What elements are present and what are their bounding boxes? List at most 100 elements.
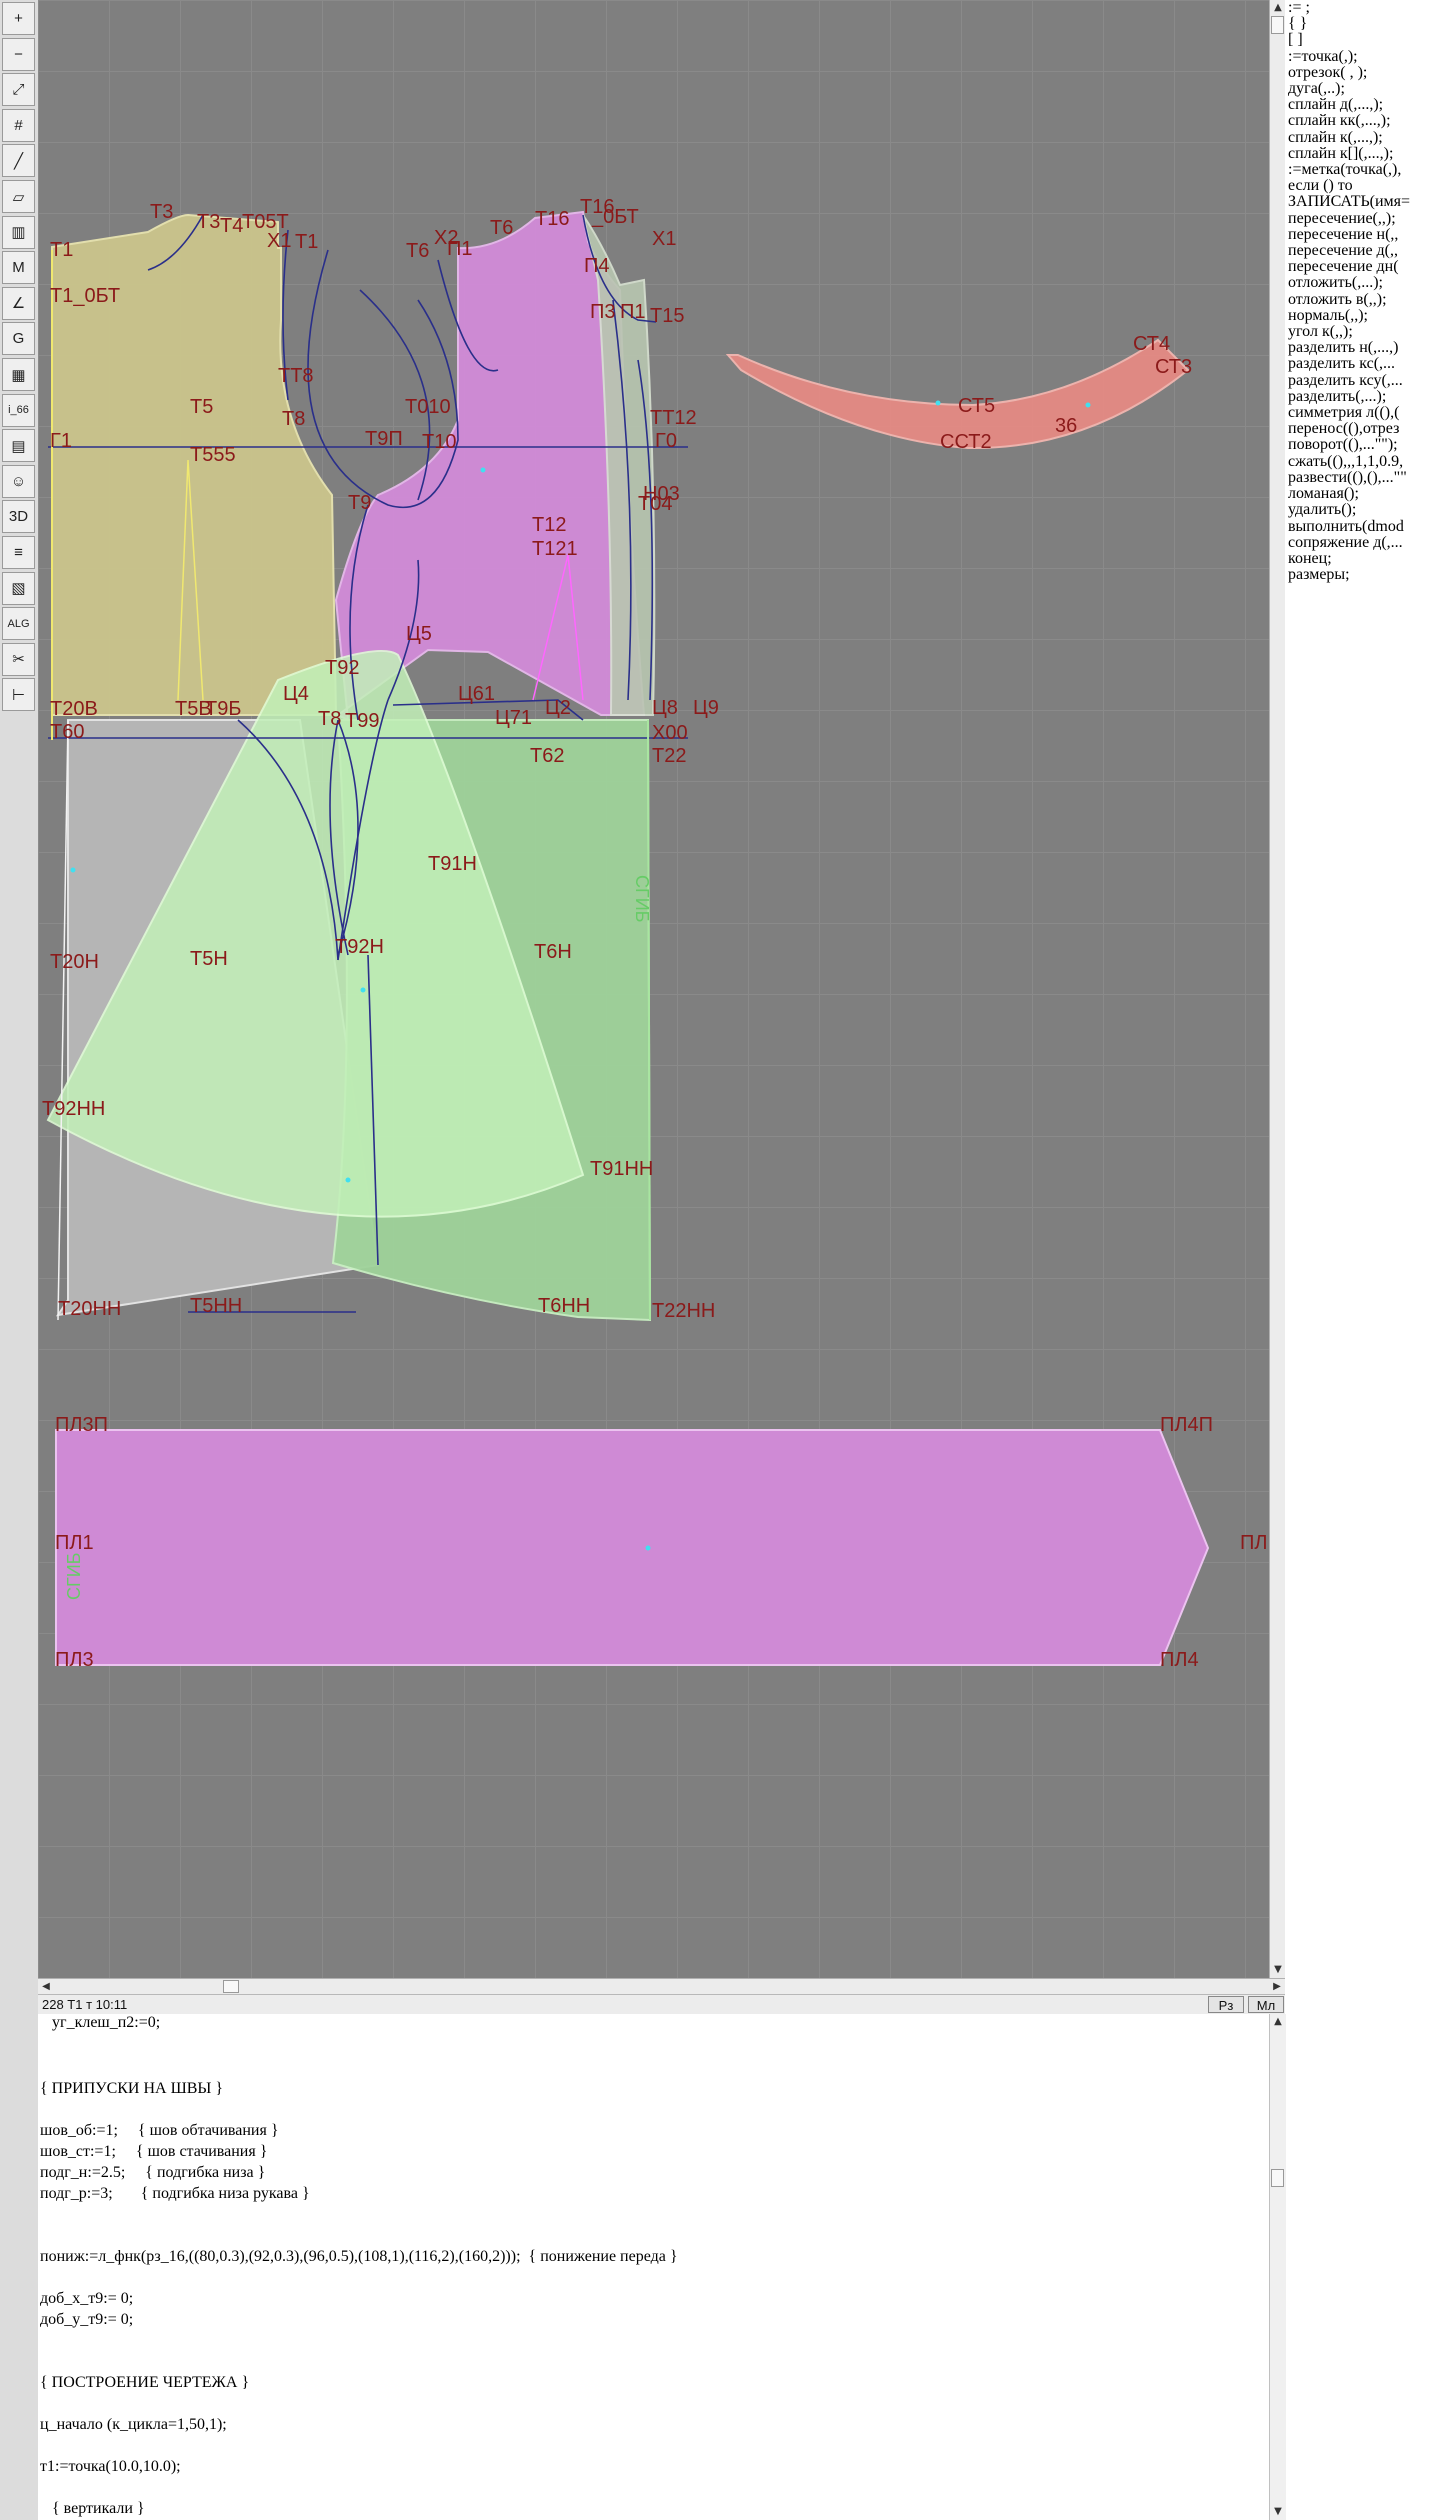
command-item[interactable]: сопряжение д(,...: [1285, 534, 1440, 551]
command-item[interactable]: сплайн кк(,...,);: [1285, 113, 1440, 129]
command-item[interactable]: [ ]: [1285, 32, 1440, 48]
fit-tool[interactable]: ⤢: [2, 73, 35, 107]
scroll-up-arrow[interactable]: ▲: [1270, 0, 1286, 16]
point-label: Т4: [220, 215, 243, 237]
command-item[interactable]: пересечение(,,);: [1285, 210, 1440, 227]
layout-tool-icon: ▦: [11, 366, 26, 384]
command-item[interactable]: ломаная();: [1285, 485, 1440, 502]
cut-tool[interactable]: ✂: [2, 642, 35, 676]
grade-tool[interactable]: G: [2, 322, 35, 356]
point-label: Х00: [652, 722, 688, 744]
command-panel: := ;{ }[ ]:=точка(,); отрезок( , ); дуга(,…: [1285, 0, 1440, 2014]
measure-tool[interactable]: M: [2, 251, 35, 285]
hscroll-thumb[interactable]: [223, 1980, 239, 1993]
avatar-tool[interactable]: ☺: [2, 464, 35, 498]
command-item[interactable]: пересечение дн(: [1285, 259, 1440, 275]
command-item[interactable]: перенос((),отрез: [1285, 421, 1440, 437]
zoom-out-tool[interactable]: −: [2, 37, 35, 71]
command-item[interactable]: отложить в(,,);: [1285, 291, 1440, 308]
pattern-pieces: [46, 210, 1210, 1666]
point-label: Г0: [655, 430, 677, 452]
command-item[interactable]: дуга(,..);: [1285, 80, 1440, 97]
command-item[interactable]: разделить кс(,...: [1285, 356, 1440, 372]
point-label: Ц4: [283, 683, 309, 705]
command-item[interactable]: разделить(,...);: [1285, 388, 1440, 405]
ml-button[interactable]: Мл: [1248, 1996, 1284, 2013]
command-item[interactable]: ЗАПИСАТЬ(имя=: [1285, 194, 1440, 210]
command-item[interactable]: { }: [1285, 16, 1440, 32]
command-item[interactable]: разделить ксу(,...: [1285, 372, 1440, 389]
command-item[interactable]: сжать((),,,1,1,0.9,: [1285, 453, 1440, 470]
point-label: Т010: [405, 396, 451, 418]
point-label: Т04: [638, 493, 672, 515]
command-item[interactable]: отложить(,...);: [1285, 275, 1440, 291]
command-item[interactable]: пересечение д(,,: [1285, 242, 1440, 259]
scroll-thumb[interactable]: [1271, 16, 1284, 34]
command-item[interactable]: :=метка(точка(,),: [1285, 161, 1440, 178]
command-item[interactable]: поворот((),..."");: [1285, 437, 1440, 453]
3d-tool-icon: 3D: [8, 508, 29, 526]
command-item[interactable]: := ;: [1285, 0, 1440, 16]
belt-strip-piece[interactable]: [55, 1429, 1210, 1666]
grade-tool-icon: G: [12, 330, 25, 348]
editor-scroll-down-arrow[interactable]: ▼: [1270, 2504, 1286, 2520]
point-label: Т5Н: [190, 948, 228, 970]
point-label: Т12: [532, 514, 566, 536]
command-item[interactable]: сплайн к(,...,);: [1285, 129, 1440, 146]
editor-scroll-up-arrow[interactable]: ▲: [1270, 2014, 1286, 2030]
editor-scroll-thumb[interactable]: [1271, 2169, 1284, 2187]
list-tool-icon: ≡: [14, 544, 23, 561]
drawing-canvas[interactable]: Т3 Т3 Т4 Т05Т Х1 Т1 Т1 Т1_0БТ Х2 Т6 П1 Т6 Т16 Т16 _0БТ…: [38, 0, 1269, 1978]
scroll-down-arrow[interactable]: ▼: [1270, 1962, 1286, 1978]
size-tool[interactable]: i_66: [2, 393, 35, 427]
line-tool[interactable]: ╱: [2, 144, 35, 178]
3d-tool[interactable]: 3D: [2, 500, 35, 534]
list-tool[interactable]: ≡: [2, 536, 35, 569]
grid-tool[interactable]: #: [2, 108, 35, 142]
command-item[interactable]: если () то: [1285, 178, 1440, 194]
command-item[interactable]: угол к(,,);: [1285, 323, 1440, 340]
layer-tool[interactable]: ▱: [2, 180, 35, 213]
command-item[interactable]: удалить();: [1285, 502, 1440, 518]
command-item[interactable]: пересечение н(,,: [1285, 226, 1440, 243]
command-item[interactable]: разделить н(,...,): [1285, 340, 1440, 356]
zoom-out-tool-icon: −: [14, 45, 23, 63]
command-item[interactable]: размеры;: [1285, 566, 1440, 583]
code-editor[interactable]: уг_клеш_п2:=0; { ПРИПУСКИ НА ШВЫ } шов_об:…: [38, 2014, 1285, 2520]
layout-tool[interactable]: ▦: [2, 358, 35, 391]
point-label: Т1_0БТ: [50, 285, 120, 307]
angle-tool[interactable]: ∠: [2, 286, 35, 320]
status-bar: 228 Т1 т 10:11 Рз Мл: [38, 1994, 1285, 2015]
avatar-tool-icon: ☺: [10, 472, 27, 490]
seam-tool[interactable]: ⊢: [2, 678, 35, 712]
point-label: Х1: [267, 230, 291, 252]
scroll-left-arrow[interactable]: ◀: [38, 1979, 54, 1995]
canvas-vertical-scrollbar[interactable]: ▲ ▼: [1269, 0, 1286, 1978]
command-item[interactable]: нормаль(,,);: [1285, 307, 1440, 324]
point-label: Т20В: [50, 698, 98, 720]
point-label: ПЛ3П: [55, 1414, 108, 1436]
point-label: Т22: [652, 745, 686, 767]
editor-scrollbar[interactable]: ▲ ▼: [1269, 2014, 1286, 2520]
point-label: ПЛ3: [55, 1649, 94, 1671]
point-label: П1: [620, 301, 646, 323]
canvas-horizontal-scrollbar[interactable]: ◀ ▶: [38, 1978, 1285, 1995]
ruler-tool[interactable]: ▥: [2, 215, 35, 249]
scroll-right-arrow[interactable]: ▶: [1269, 1979, 1285, 1995]
command-item[interactable]: развести((),(),..."": [1285, 469, 1440, 486]
zoom-in-tool[interactable]: +: [2, 2, 35, 35]
command-item[interactable]: отрезок( , );: [1285, 64, 1440, 81]
code-line: { ПРИПУСКИ НА ШВЫ }: [40, 2080, 224, 2097]
stack-tool[interactable]: ▧: [2, 571, 35, 605]
command-item[interactable]: сплайн д(,...,);: [1285, 97, 1440, 113]
alg-tool[interactable]: ALG: [2, 607, 35, 641]
command-item[interactable]: симметрия л((),(: [1285, 404, 1440, 421]
command-item[interactable]: конец;: [1285, 550, 1440, 567]
code-line: пониж:=л_фнк(рз_16,((80,0.3),(92,0.3),(9…: [40, 2248, 678, 2265]
doc-tool[interactable]: ▤: [2, 429, 35, 463]
rz-button[interactable]: Рз: [1208, 1996, 1244, 2013]
command-item[interactable]: выполнить(dmod: [1285, 518, 1440, 535]
command-item[interactable]: :=точка(,);: [1285, 48, 1440, 65]
command-item[interactable]: сплайн к[](,...,);: [1285, 145, 1440, 162]
point-label: Т60: [50, 721, 84, 743]
